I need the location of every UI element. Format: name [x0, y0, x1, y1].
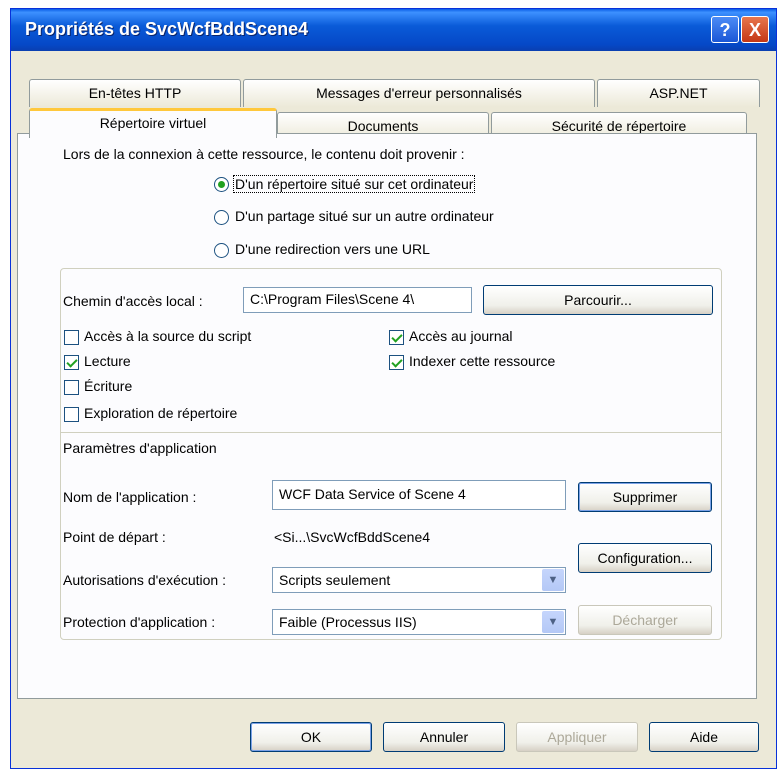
exec-permissions-value: Scripts seulement	[279, 572, 391, 588]
section-divider	[60, 432, 722, 433]
chevron-down-icon[interactable]: ▼	[542, 611, 564, 633]
radio-url-redirect[interactable]	[214, 243, 229, 258]
local-path-field[interactable]: C:\Program Files\Scene 4\	[243, 287, 472, 313]
tab-http-headers[interactable]: En-têtes HTTP	[29, 79, 241, 107]
window-title: Propriétés de SvcWcfBddScene4	[25, 19, 309, 39]
tab-custom-errors[interactable]: Messages d'erreur personnalisés	[243, 79, 595, 107]
remove-button[interactable]: Supprimer	[578, 482, 712, 512]
tab-virtual-directory[interactable]: Répertoire virtuel	[29, 108, 277, 138]
help-button[interactable]: Aide	[649, 722, 759, 752]
index-resource-checkbox[interactable]	[389, 355, 404, 370]
unload-button[interactable]: Décharger	[578, 605, 712, 635]
cancel-button[interactable]: Annuler	[383, 722, 505, 752]
log-access-label[interactable]: Accès au journal	[409, 328, 513, 344]
tab-aspnet[interactable]: ASP.NET	[597, 79, 760, 107]
content-source-label: Lors de la connexion à cette ressource, …	[63, 146, 465, 162]
chevron-down-icon[interactable]: ▼	[542, 569, 564, 591]
app-name-label: Nom de l'application :	[63, 489, 197, 505]
radio-local-directory[interactable]	[214, 177, 229, 192]
directory-browsing-checkbox[interactable]	[64, 407, 79, 422]
title-bar[interactable]: Propriétés de SvcWcfBddScene4 ? X	[11, 9, 776, 51]
write-checkbox[interactable]	[64, 380, 79, 395]
ok-button[interactable]: OK	[250, 722, 372, 752]
apply-button[interactable]: Appliquer	[516, 722, 638, 752]
close-button[interactable]: X	[741, 16, 769, 43]
index-resource-label[interactable]: Indexer cette ressource	[409, 353, 555, 369]
app-protection-select[interactable]: Faible (Processus IIS) ▼	[272, 609, 566, 635]
app-protection-value: Faible (Processus IIS)	[279, 614, 417, 630]
app-protection-label: Protection d'application :	[63, 614, 216, 630]
app-name-field[interactable]: WCF Data Service of Scene 4	[272, 480, 566, 510]
radio-network-share-label[interactable]: D'un partage situé sur un autre ordinate…	[235, 208, 494, 224]
log-access-checkbox[interactable]	[389, 330, 404, 345]
write-label[interactable]: Écriture	[84, 378, 132, 394]
script-source-label[interactable]: Accès à la source du script	[84, 328, 251, 344]
help-title-button[interactable]: ?	[711, 16, 739, 43]
radio-local-directory-label[interactable]: D'un répertoire situé sur cet ordinateur	[233, 175, 476, 193]
local-path-label: Chemin d'accès local :	[63, 293, 203, 309]
exec-permissions-select[interactable]: Scripts seulement ▼	[272, 567, 566, 593]
app-settings-heading: Paramètres d'application	[63, 440, 217, 456]
read-checkbox[interactable]	[64, 355, 79, 370]
directory-browsing-label[interactable]: Exploration de répertoire	[84, 405, 237, 421]
script-source-checkbox[interactable]	[64, 330, 79, 345]
exec-permissions-label: Autorisations d'exécution :	[63, 572, 226, 588]
read-label[interactable]: Lecture	[84, 353, 131, 369]
start-point-label: Point de départ :	[63, 529, 166, 545]
browse-button[interactable]: Parcourir...	[483, 285, 713, 315]
radio-network-share[interactable]	[214, 210, 229, 225]
start-point-value: <Si...\SvcWcfBddScene4	[274, 529, 431, 545]
configuration-button[interactable]: Configuration...	[578, 543, 712, 573]
radio-url-redirect-label[interactable]: D'une redirection vers une URL	[235, 241, 430, 257]
